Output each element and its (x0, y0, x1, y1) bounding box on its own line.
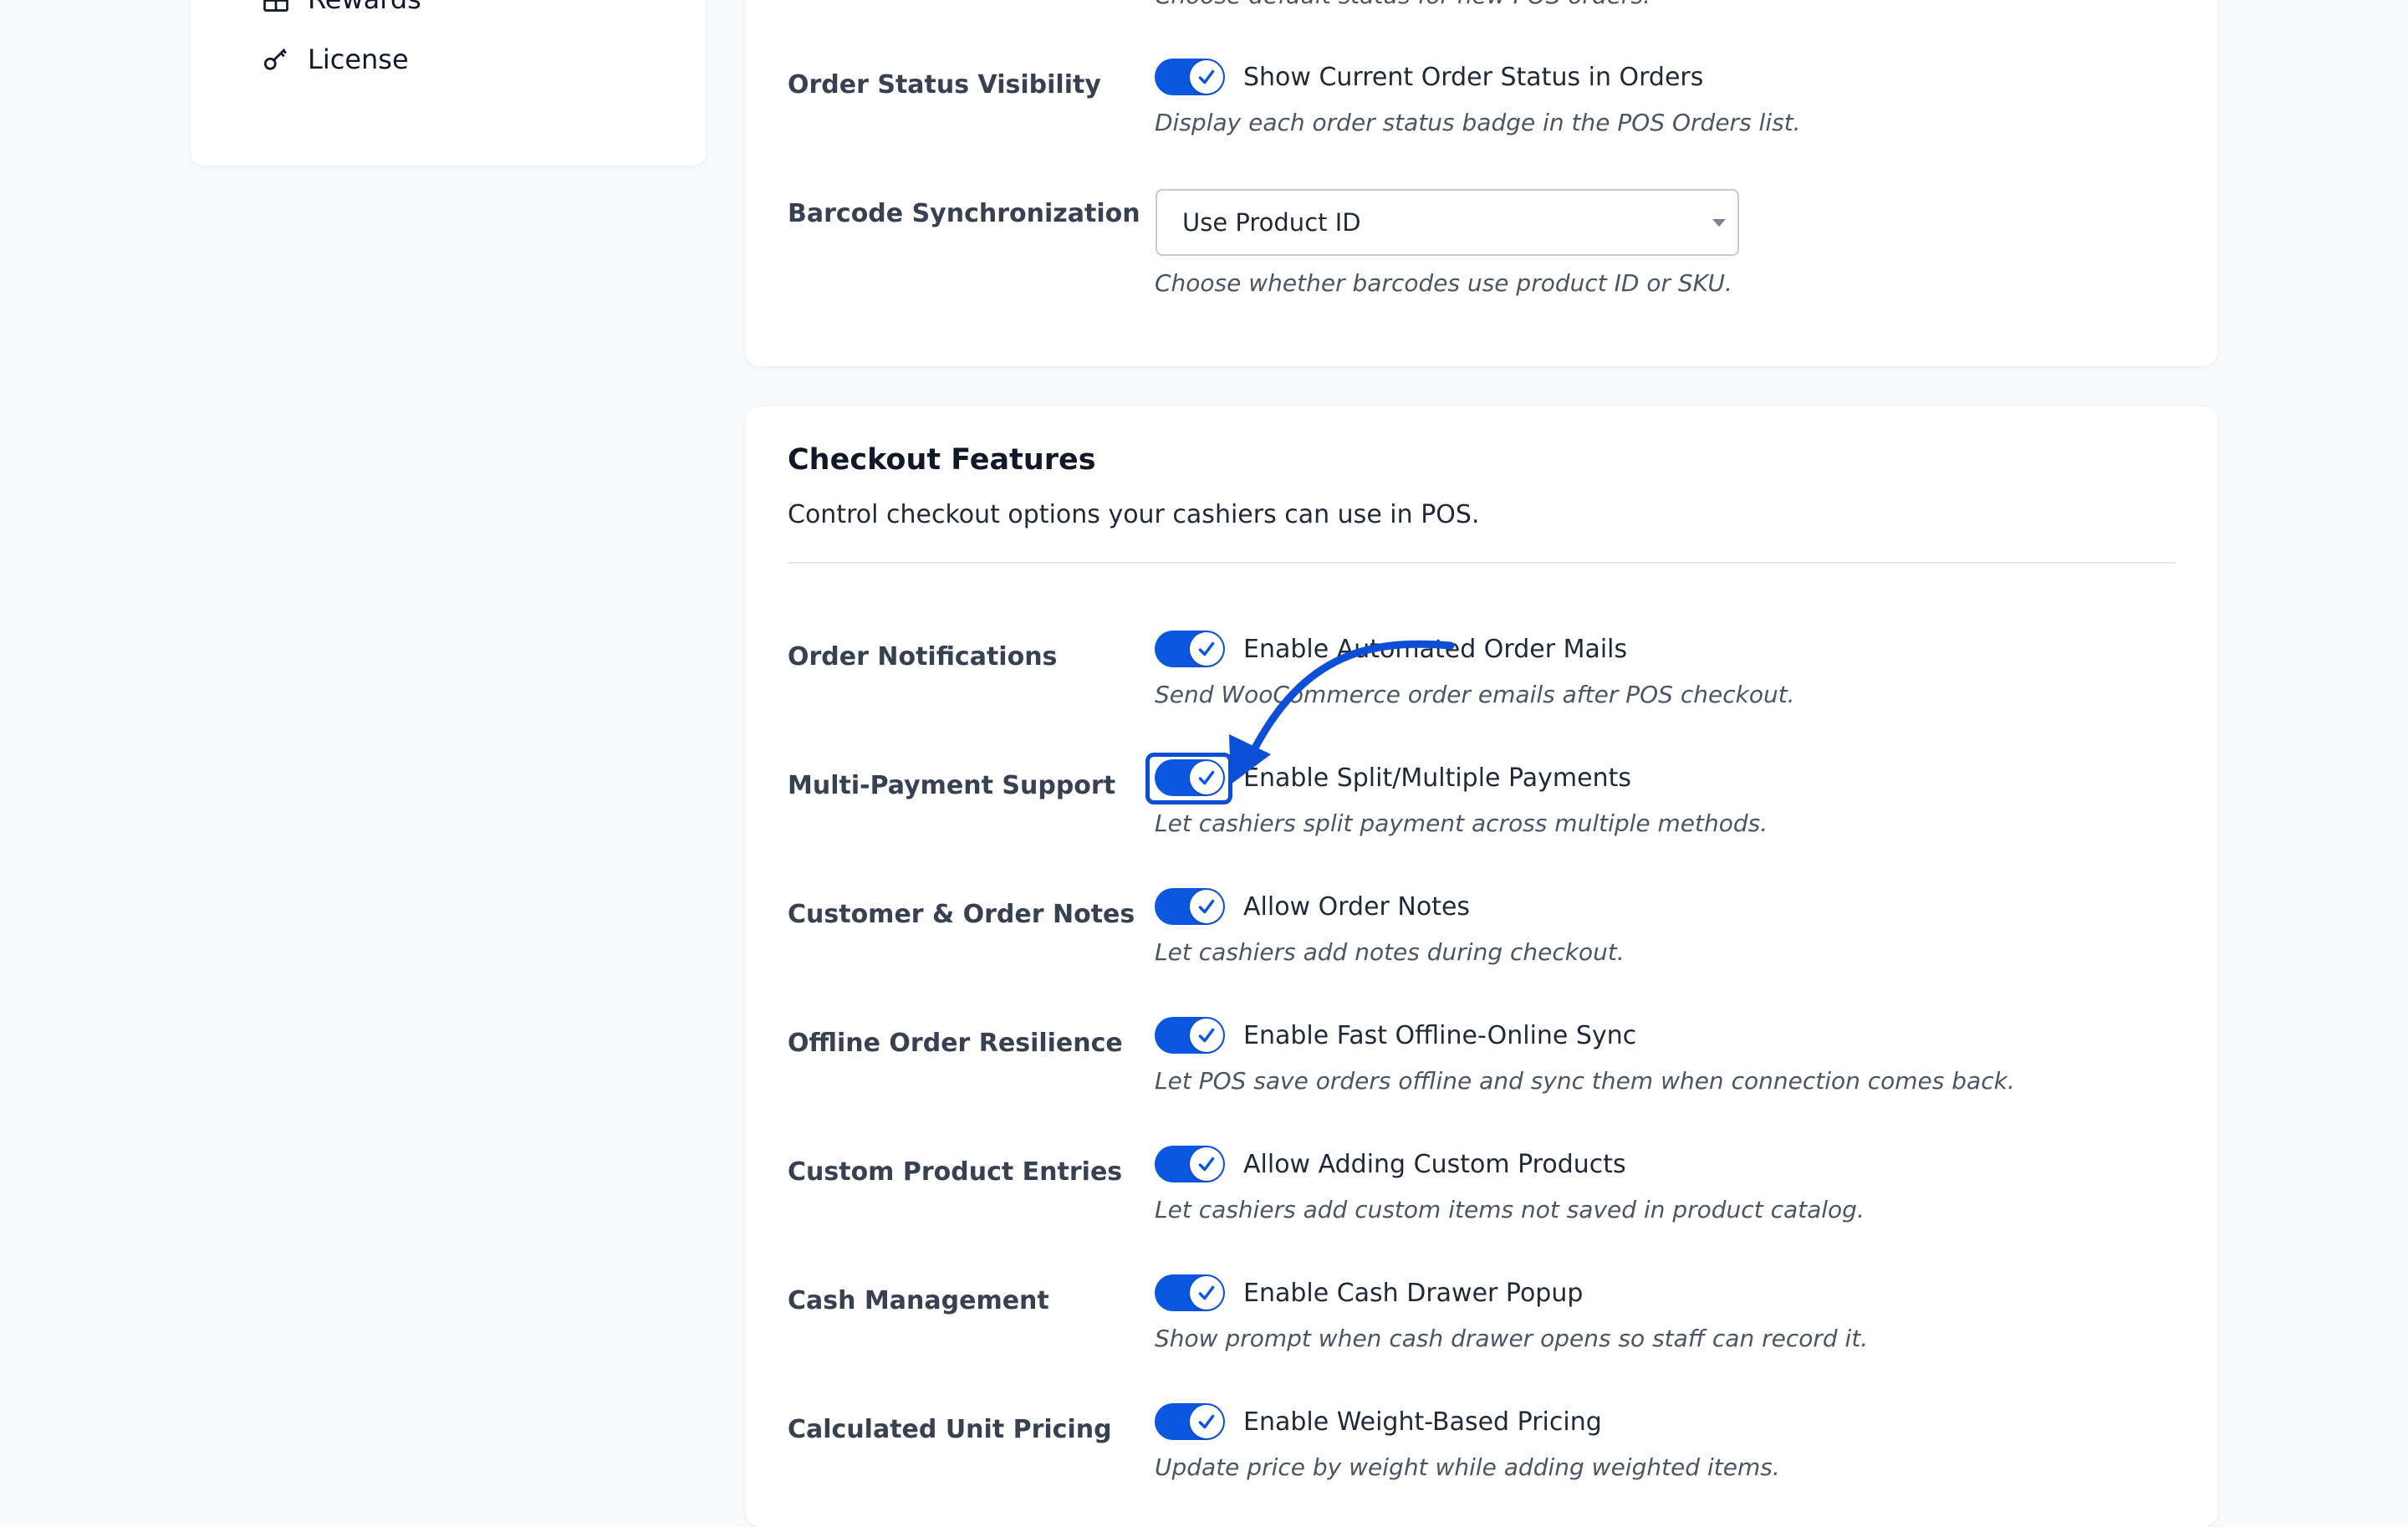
check-icon (1198, 899, 1215, 914)
order-notes-label: Customer & Order Notes (788, 900, 1135, 929)
order-status-default-help: Choose default status for new POS orders… (1155, 0, 1650, 9)
cash-drawer-toggle[interactable] (1155, 1274, 1225, 1311)
toggle-label: Allow Adding Custom Products (1243, 1149, 1626, 1179)
settings-sidebar: Rewards License (191, 0, 706, 166)
toggle-label: Enable Fast Offline-Online Sync (1243, 1020, 1637, 1050)
key-icon (263, 49, 287, 70)
sidebar-item-license[interactable]: License (261, 43, 409, 75)
barcode-sync-label: Barcode Synchronization (788, 199, 1140, 228)
multi-payment-control: Enable Split/Multiple Payments (1155, 759, 1631, 796)
toggle-help-text: Let cashiers add custom items not saved … (1155, 1196, 1865, 1223)
custom-products-toggle[interactable] (1155, 1146, 1225, 1182)
check-icon (1198, 770, 1215, 785)
toggle-help-text: Let cashiers split payment across multip… (1155, 809, 1768, 837)
order-notes-toggle[interactable] (1155, 888, 1225, 925)
toggle-label: Enable Cash Drawer Popup (1243, 1278, 1584, 1308)
multi-payment-toggle[interactable] (1155, 759, 1225, 796)
toggle-label: Allow Order Notes (1243, 891, 1471, 922)
offline-resilience-control: Enable Fast Offline-Online Sync (1155, 1017, 1636, 1054)
gift-icon (263, 0, 288, 12)
chevron-down-icon (1712, 219, 1726, 227)
custom-products-label: Custom Product Entries (788, 1157, 1123, 1187)
general-settings-card (746, 0, 2217, 366)
check-icon (1198, 641, 1215, 656)
toggle-label: Enable Weight-Based Pricing (1243, 1407, 1602, 1437)
toggle-label: Show Current Order Status in Orders (1243, 62, 1704, 92)
cash-management-label: Cash Management (788, 1286, 1049, 1315)
order-notifications-toggle[interactable] (1155, 631, 1225, 667)
order-status-visibility-toggle[interactable] (1155, 59, 1225, 95)
cash-management-control: Enable Cash Drawer Popup (1155, 1274, 1583, 1311)
check-icon (1198, 1285, 1215, 1300)
sidebar-item-label: License (308, 43, 409, 75)
custom-products-control: Allow Adding Custom Products (1155, 1146, 1626, 1182)
order-notes-control: Allow Order Notes (1155, 888, 1470, 925)
section-description: Control checkout options your cashiers c… (788, 500, 1480, 529)
toggle-help-text: Display each order status badge in the P… (1155, 109, 1801, 136)
sidebar-item-label: Rewards (308, 0, 421, 15)
toggle-help-text: Let cashiers add notes during checkout. (1155, 938, 1625, 966)
checkout-features-card (746, 406, 2217, 1527)
unit-pricing-control: Enable Weight-Based Pricing (1155, 1403, 1602, 1440)
order-notifications-control: Enable Automated Order Mails (1155, 631, 1627, 667)
check-icon (1198, 1157, 1215, 1172)
check-icon (1198, 1028, 1215, 1043)
select-value: Use Product ID (1182, 208, 1361, 237)
weight-pricing-toggle[interactable] (1155, 1403, 1225, 1440)
order-status-visibility-label: Order Status Visibility (788, 70, 1101, 100)
order-status-visibility-control: Show Current Order Status in Orders (1155, 59, 1703, 95)
order-notifications-label: Order Notifications (788, 642, 1058, 672)
offline-sync-toggle[interactable] (1155, 1017, 1225, 1054)
barcode-sync-help: Choose whether barcodes use product ID o… (1155, 269, 1732, 297)
sidebar-item-rewards[interactable]: Rewards (261, 0, 421, 15)
toggle-help-text: Let POS save orders offline and sync the… (1155, 1067, 2015, 1095)
barcode-sync-select[interactable]: Use Product ID (1156, 189, 1739, 256)
toggle-label: Enable Automated Order Mails (1243, 634, 1628, 664)
toggle-label: Enable Split/Multiple Payments (1243, 763, 1632, 793)
check-icon (1198, 69, 1215, 84)
toggle-help-text: Show prompt when cash drawer opens so st… (1155, 1325, 1869, 1352)
offline-resilience-label: Offline Order Resilience (788, 1029, 1123, 1058)
check-icon (1198, 1414, 1215, 1429)
divider (788, 562, 2176, 564)
multi-payment-label: Multi-Payment Support (788, 771, 1116, 800)
unit-pricing-label: Calculated Unit Pricing (788, 1415, 1112, 1444)
section-title: Checkout Features (788, 443, 1096, 477)
toggle-help-text: Send WooCommerce order emails after POS … (1155, 681, 1795, 708)
toggle-help-text: Update price by weight while adding weig… (1155, 1453, 1780, 1481)
